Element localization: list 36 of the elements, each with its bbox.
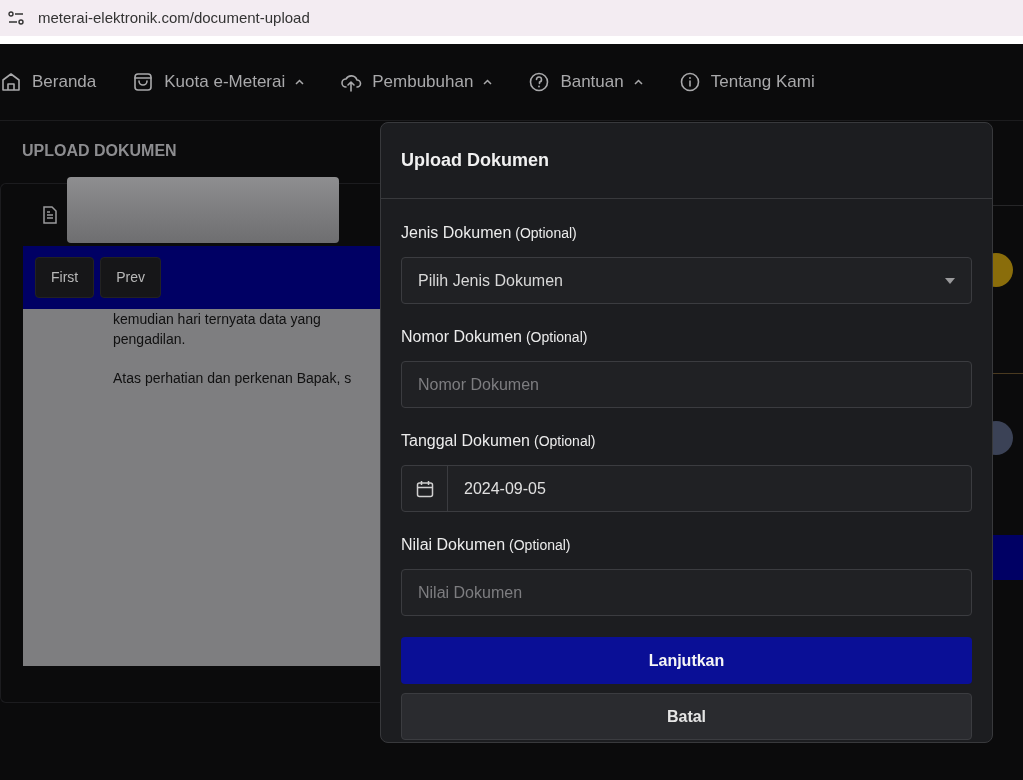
nav-item[interactable]: Pembubuhan: [340, 69, 493, 95]
document-type-select[interactable]: Pilih Jenis Dokumen: [401, 257, 972, 304]
info-icon: [678, 71, 701, 93]
nav-item[interactable]: Beranda: [0, 69, 97, 95]
url-text[interactable]: meterai-elektronik.com/document-upload: [38, 6, 310, 30]
site-settings-icon[interactable]: [8, 11, 24, 25]
highlight-bar: [993, 535, 1023, 580]
input-field[interactable]: Nomor Dokumen: [401, 361, 972, 408]
date-field[interactable]: 2024-09-05: [401, 465, 972, 512]
page-title: UPLOAD DOKUMEN: [22, 142, 177, 159]
continue-button[interactable]: Lanjutkan: [401, 637, 972, 684]
optional-note: (Optional): [509, 536, 571, 555]
nav-item[interactable]: Tentang Kami: [678, 69, 815, 95]
calendar-icon: [415, 479, 434, 498]
dropdown-caret-icon: [945, 277, 955, 284]
nav-item[interactable]: Kuota e-Meterai: [132, 69, 305, 95]
pager-button[interactable]: Prev: [100, 257, 161, 298]
shopping-bag-icon: [132, 71, 155, 93]
document-text: pengadilan.: [113, 330, 187, 349]
field-label: Nomor Dokumen: [401, 327, 522, 347]
document-text: Atas perhatian dan perkenan Bapak, s: [113, 369, 353, 388]
field-label: Nilai Dokumen: [401, 535, 506, 555]
field-label: Jenis Dokumen: [401, 223, 512, 243]
document-text: kemudian hari ternyata data yang: [113, 310, 322, 329]
input-field[interactable]: Nilai Dokumen: [401, 569, 972, 616]
document-icon: [43, 206, 57, 224]
help-icon: [528, 71, 551, 93]
optional-note: (Optional): [533, 432, 596, 451]
field-label: Tanggal Dokumen: [401, 431, 530, 451]
optional-note: (Optional): [515, 224, 577, 243]
dialog-title: Upload Dokumen: [381, 123, 992, 199]
nav-item[interactable]: Bantuan: [528, 69, 643, 95]
home-icon: [0, 71, 22, 93]
cancel-button[interactable]: Batal: [401, 693, 972, 740]
pager-button[interactable]: First: [35, 257, 95, 298]
optional-note: (Optional): [525, 328, 588, 347]
